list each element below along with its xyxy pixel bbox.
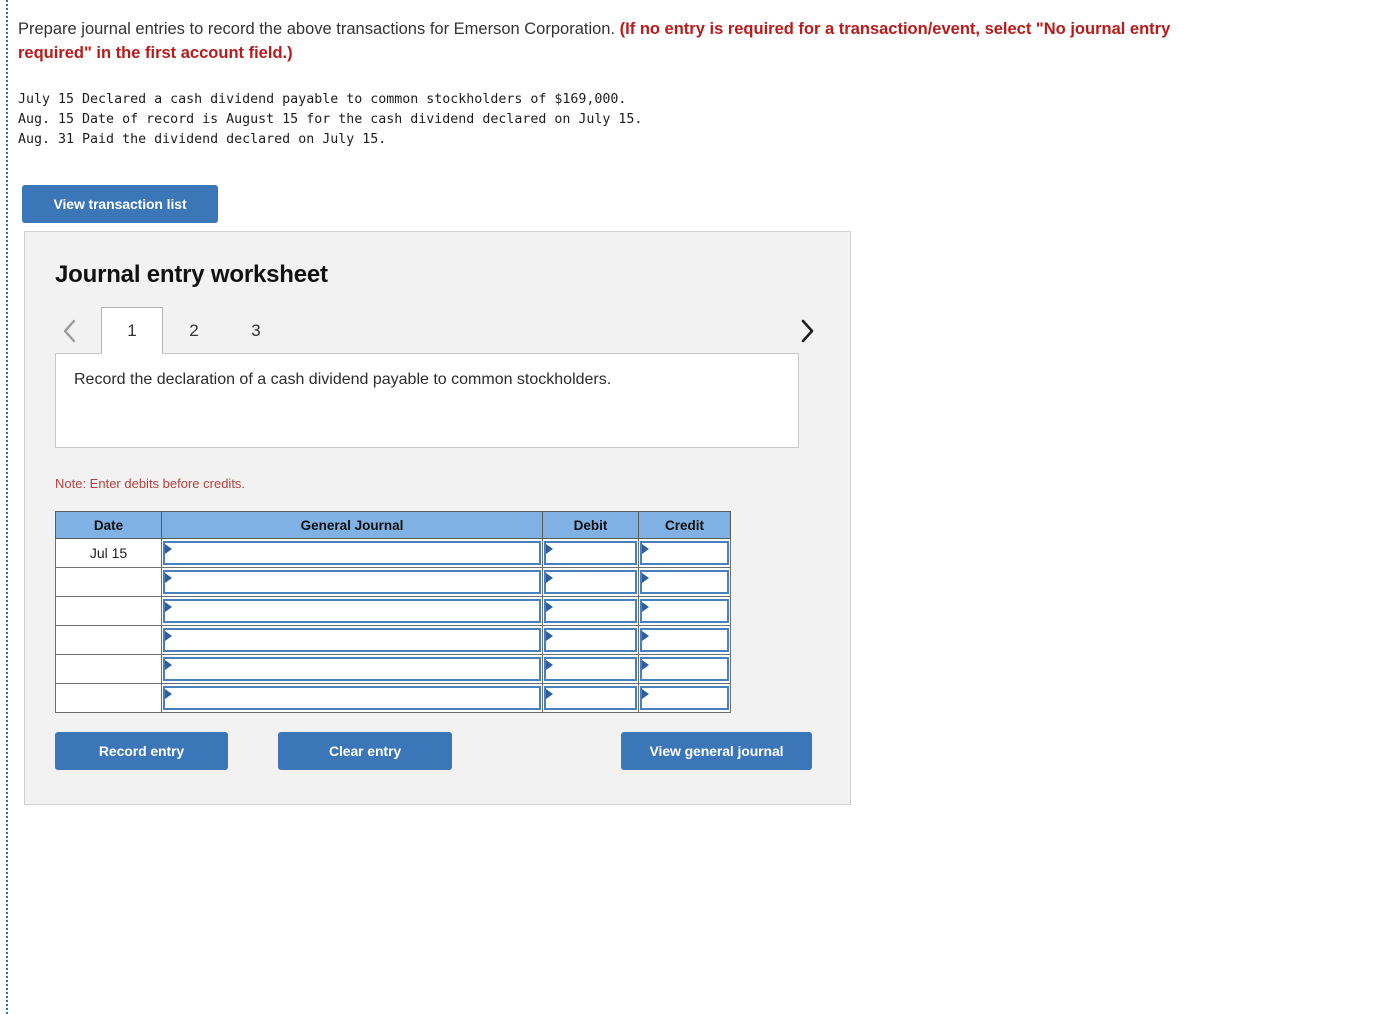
- row-6-account-field[interactable]: [163, 686, 541, 710]
- entry-description-box: Record the declaration of a cash dividen…: [55, 353, 799, 448]
- question-prompt: Prepare journal entries to record the ab…: [18, 18, 1218, 66]
- row-1-date-cell[interactable]: Jul 15: [55, 538, 162, 568]
- row-6-account-cell[interactable]: [161, 683, 543, 713]
- row-5-account-cell[interactable]: [161, 654, 543, 684]
- chevron-right-icon: [799, 318, 815, 344]
- row-5-credit-wrap: [639, 655, 730, 683]
- row-4-account-cell[interactable]: [161, 625, 543, 655]
- row-5-credit-cell[interactable]: [638, 654, 731, 684]
- transaction-summary-text: July 15 Declared a cash dividend payable…: [18, 92, 643, 147]
- row-6-debit-cell[interactable]: [542, 683, 639, 713]
- row-2-debit-wrap: [543, 568, 638, 596]
- row-1-account-field[interactable]: [163, 541, 541, 565]
- worksheet-tab-2-label: 2: [189, 321, 199, 340]
- row-2-account-wrap: [162, 568, 542, 596]
- row-3-credit-field[interactable]: [640, 599, 729, 623]
- row-6-credit-wrap: [639, 684, 730, 712]
- prev-entry-button[interactable]: [55, 315, 85, 347]
- row-4-credit-field[interactable]: [640, 628, 729, 652]
- worksheet-tab-list: 1 2 3: [101, 307, 287, 354]
- row-3-debit-cell[interactable]: [542, 596, 639, 626]
- row-3-account-cell[interactable]: [161, 596, 543, 626]
- table-row: Jul 15: [55, 538, 731, 568]
- general-journal-table: Date General Journal Debit Credit Jul 15: [55, 511, 731, 713]
- view-general-journal-button[interactable]: View general journal: [621, 732, 812, 770]
- row-6-debit-wrap: [543, 684, 638, 712]
- row-5-debit-field[interactable]: [544, 657, 637, 681]
- table-row: [55, 625, 731, 655]
- row-3-date-cell[interactable]: [55, 596, 162, 626]
- chevron-left-icon: [62, 318, 78, 344]
- row-5-account-field[interactable]: [163, 657, 541, 681]
- row-1-credit-wrap: [639, 539, 730, 567]
- row-4-account-field[interactable]: [163, 628, 541, 652]
- row-2-credit-cell[interactable]: [638, 567, 731, 597]
- row-2-date-cell[interactable]: [55, 567, 162, 597]
- row-3-account-field[interactable]: [163, 599, 541, 623]
- table-row: [55, 596, 731, 626]
- row-6-account-wrap: [162, 684, 542, 712]
- page-root: Prepare journal entries to record the ab…: [0, 0, 1400, 1014]
- entry-description-text: Record the declaration of a cash dividen…: [74, 371, 612, 388]
- row-5-credit-field[interactable]: [640, 657, 729, 681]
- row-5-debit-wrap: [543, 655, 638, 683]
- row-4-account-wrap: [162, 626, 542, 654]
- row-3-credit-wrap: [639, 597, 730, 625]
- row-6-credit-cell[interactable]: [638, 683, 731, 713]
- worksheet-tab-3[interactable]: 3: [225, 307, 287, 354]
- worksheet-tabbar: 1 2 3: [55, 307, 822, 354]
- row-1-debit-field[interactable]: [544, 541, 637, 565]
- row-1-account-cell[interactable]: [161, 538, 543, 568]
- row-2-credit-wrap: [639, 568, 730, 596]
- row-2-credit-field[interactable]: [640, 570, 729, 594]
- page-left-rule: [6, 0, 8, 1014]
- row-1-debit-cell[interactable]: [542, 538, 639, 568]
- row-6-debit-field[interactable]: [544, 686, 637, 710]
- prompt-normal-text: Prepare journal entries to record the ab…: [18, 20, 620, 38]
- row-3-debit-field[interactable]: [544, 599, 637, 623]
- row-3-account-wrap: [162, 597, 542, 625]
- row-4-date-cell[interactable]: [55, 625, 162, 655]
- column-header-date: Date: [55, 511, 162, 539]
- debits-before-credits-note: Note: Enter debits before credits.: [55, 476, 246, 491]
- row-1-credit-field[interactable]: [640, 541, 729, 565]
- worksheet-tab-1-label: 1: [127, 320, 137, 340]
- row-1-account-wrap: [162, 539, 542, 567]
- row-5-debit-cell[interactable]: [542, 654, 639, 684]
- view-transaction-list-button[interactable]: View transaction list: [22, 185, 218, 223]
- table-row: [55, 683, 731, 713]
- row-4-debit-cell[interactable]: [542, 625, 639, 655]
- worksheet-tab-3-label: 3: [251, 321, 261, 340]
- row-6-credit-field[interactable]: [640, 686, 729, 710]
- column-header-general-journal: General Journal: [161, 511, 543, 539]
- row-4-debit-field[interactable]: [544, 628, 637, 652]
- row-6-date-cell[interactable]: [55, 683, 162, 713]
- row-3-debit-wrap: [543, 597, 638, 625]
- worksheet-title: Journal entry worksheet: [55, 261, 328, 288]
- table-row: [55, 654, 731, 684]
- row-4-credit-wrap: [639, 626, 730, 654]
- row-1-debit-wrap: [543, 539, 638, 567]
- journal-entry-worksheet-panel: Journal entry worksheet 1 2 3 Record the…: [24, 231, 851, 805]
- table-header-row: Date General Journal Debit Credit: [55, 511, 731, 539]
- row-5-date-cell[interactable]: [55, 654, 162, 684]
- column-header-debit: Debit: [542, 511, 639, 539]
- row-4-credit-cell[interactable]: [638, 625, 731, 655]
- worksheet-tab-1[interactable]: 1: [101, 307, 163, 354]
- row-5-account-wrap: [162, 655, 542, 683]
- column-header-credit: Credit: [638, 511, 731, 539]
- worksheet-tab-2[interactable]: 2: [163, 307, 225, 354]
- next-entry-button[interactable]: [792, 315, 822, 347]
- table-row: [55, 567, 731, 597]
- row-2-account-field[interactable]: [163, 570, 541, 594]
- row-4-debit-wrap: [543, 626, 638, 654]
- row-3-credit-cell[interactable]: [638, 596, 731, 626]
- row-2-debit-cell[interactable]: [542, 567, 639, 597]
- row-1-credit-cell[interactable]: [638, 538, 731, 568]
- record-entry-button[interactable]: Record entry: [55, 732, 228, 770]
- row-2-account-cell[interactable]: [161, 567, 543, 597]
- clear-entry-button[interactable]: Clear entry: [278, 732, 452, 770]
- row-2-debit-field[interactable]: [544, 570, 637, 594]
